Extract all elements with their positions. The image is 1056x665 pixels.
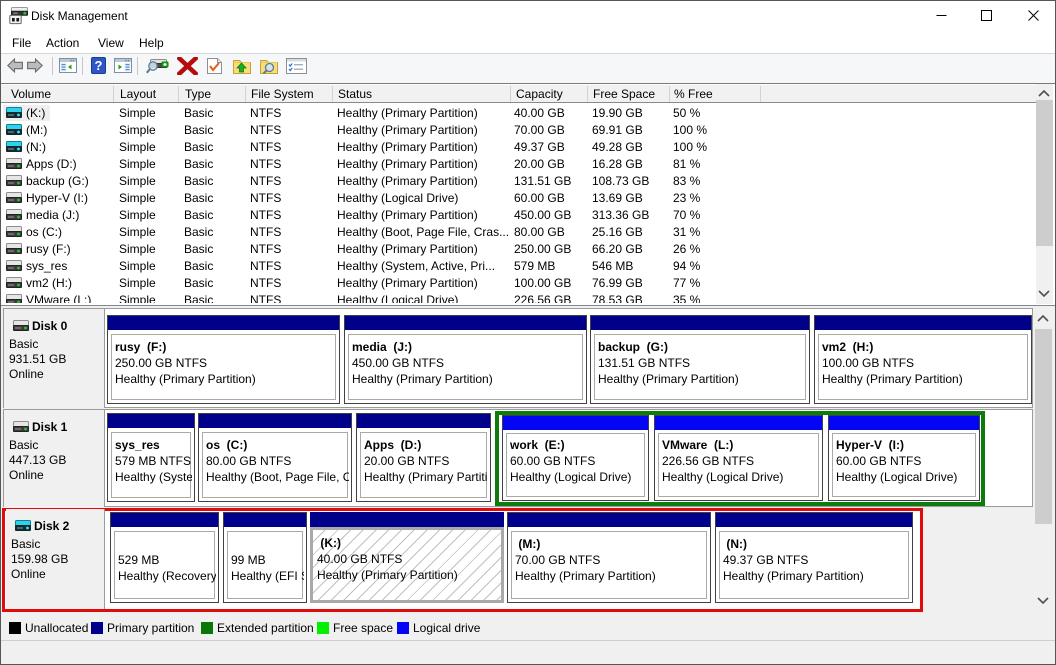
svg-text:?: ?: [95, 58, 103, 73]
